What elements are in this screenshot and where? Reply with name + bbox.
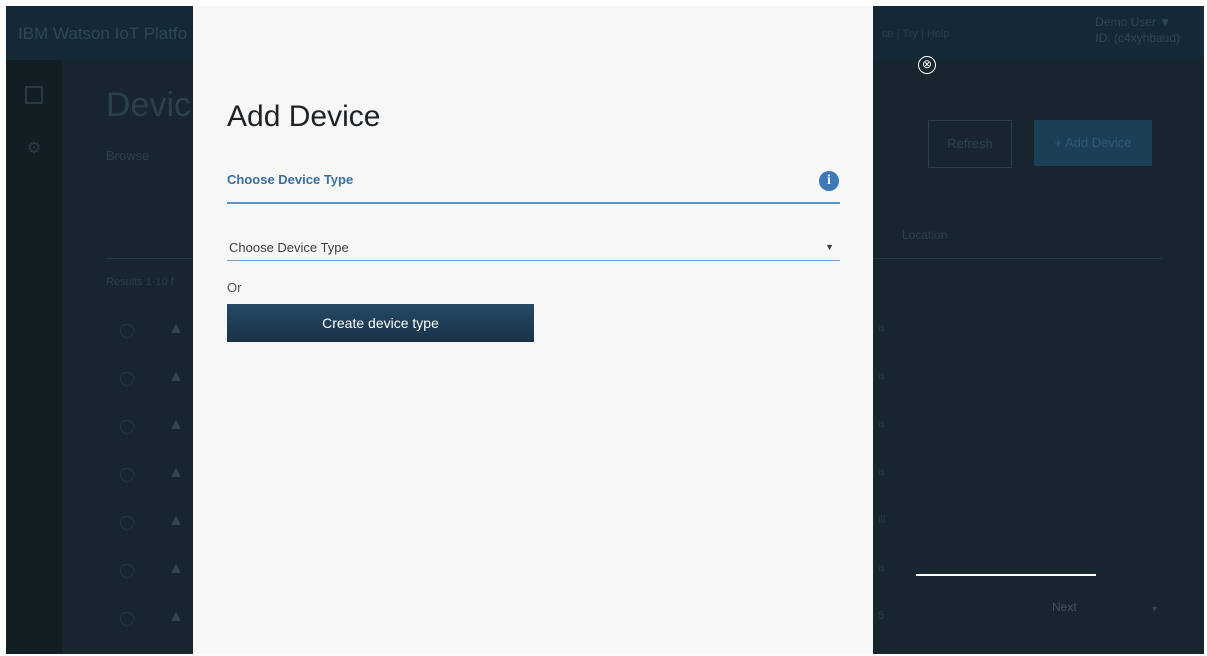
device-type-select[interactable]: Choose Device Type ▼ [227,232,840,261]
row-cell: a [878,466,885,478]
left-nav: ⚙ [6,60,62,654]
gear-icon[interactable]: ⚙ [24,138,44,158]
row-checkbox[interactable] [120,612,134,626]
close-icon[interactable]: ⊗ [918,56,936,74]
topbar-links: ce | Try | Help [882,28,950,40]
caret-down-icon: ▼ [825,242,834,252]
modal-title: Add Device [227,100,381,134]
page-title: Devic [106,86,192,124]
row-checkbox[interactable] [120,468,134,482]
row-checkbox[interactable] [120,516,134,530]
org-id: ID: (c4xyhbaud) [1095,31,1180,45]
section-label: Choose Device Type [227,172,354,187]
info-icon[interactable]: i [819,171,839,191]
refresh-button[interactable]: Refresh [928,120,1012,168]
next-button[interactable]: Next [1052,600,1077,614]
warning-icon: ▲ [168,464,184,481]
section-divider [227,202,840,204]
app-window: IBM Watson IoT Platfo ce | Try | Help De… [6,6,1204,654]
warning-icon: ▲ [168,416,184,433]
row-cell: a [878,370,885,382]
row-cell: ill [878,514,886,526]
warning-icon: ▲ [168,608,184,625]
add-device-modal: Add Device Choose Device Type i Choose D… [193,6,873,654]
row-checkbox[interactable] [120,372,134,386]
step-progress-line [916,574,1096,576]
row-cell: a [878,418,885,430]
warning-icon: ▲ [168,320,184,337]
row-cell: a [878,562,885,574]
warning-icon: ▲ [168,560,184,577]
user-menu[interactable]: Demo User ▼ ID: (c4xyhbaud) [1095,14,1180,46]
user-name: Demo User ▼ [1095,15,1172,29]
brand-name: IBM Watson IoT Platfo [18,24,188,43]
warning-icon: ▲ [168,512,184,529]
row-checkbox[interactable] [120,420,134,434]
tab-browse[interactable]: Browse [106,148,149,163]
select-placeholder: Choose Device Type [229,240,349,255]
chevron-down-icon: ▾ [1152,604,1158,615]
add-device-button[interactable]: + Add Device [1034,120,1152,166]
create-device-type-button[interactable]: Create device type [227,304,534,342]
location-column-header[interactable]: Location [902,228,947,242]
devices-icon[interactable] [25,86,43,104]
row-cell: 5 [878,610,885,622]
row-cell: a [878,322,885,334]
row-checkbox[interactable] [120,324,134,338]
results-count: Results 1-10 f [106,276,174,288]
row-checkbox[interactable] [120,564,134,578]
warning-icon: ▲ [168,368,184,385]
or-separator: Or [227,280,242,295]
